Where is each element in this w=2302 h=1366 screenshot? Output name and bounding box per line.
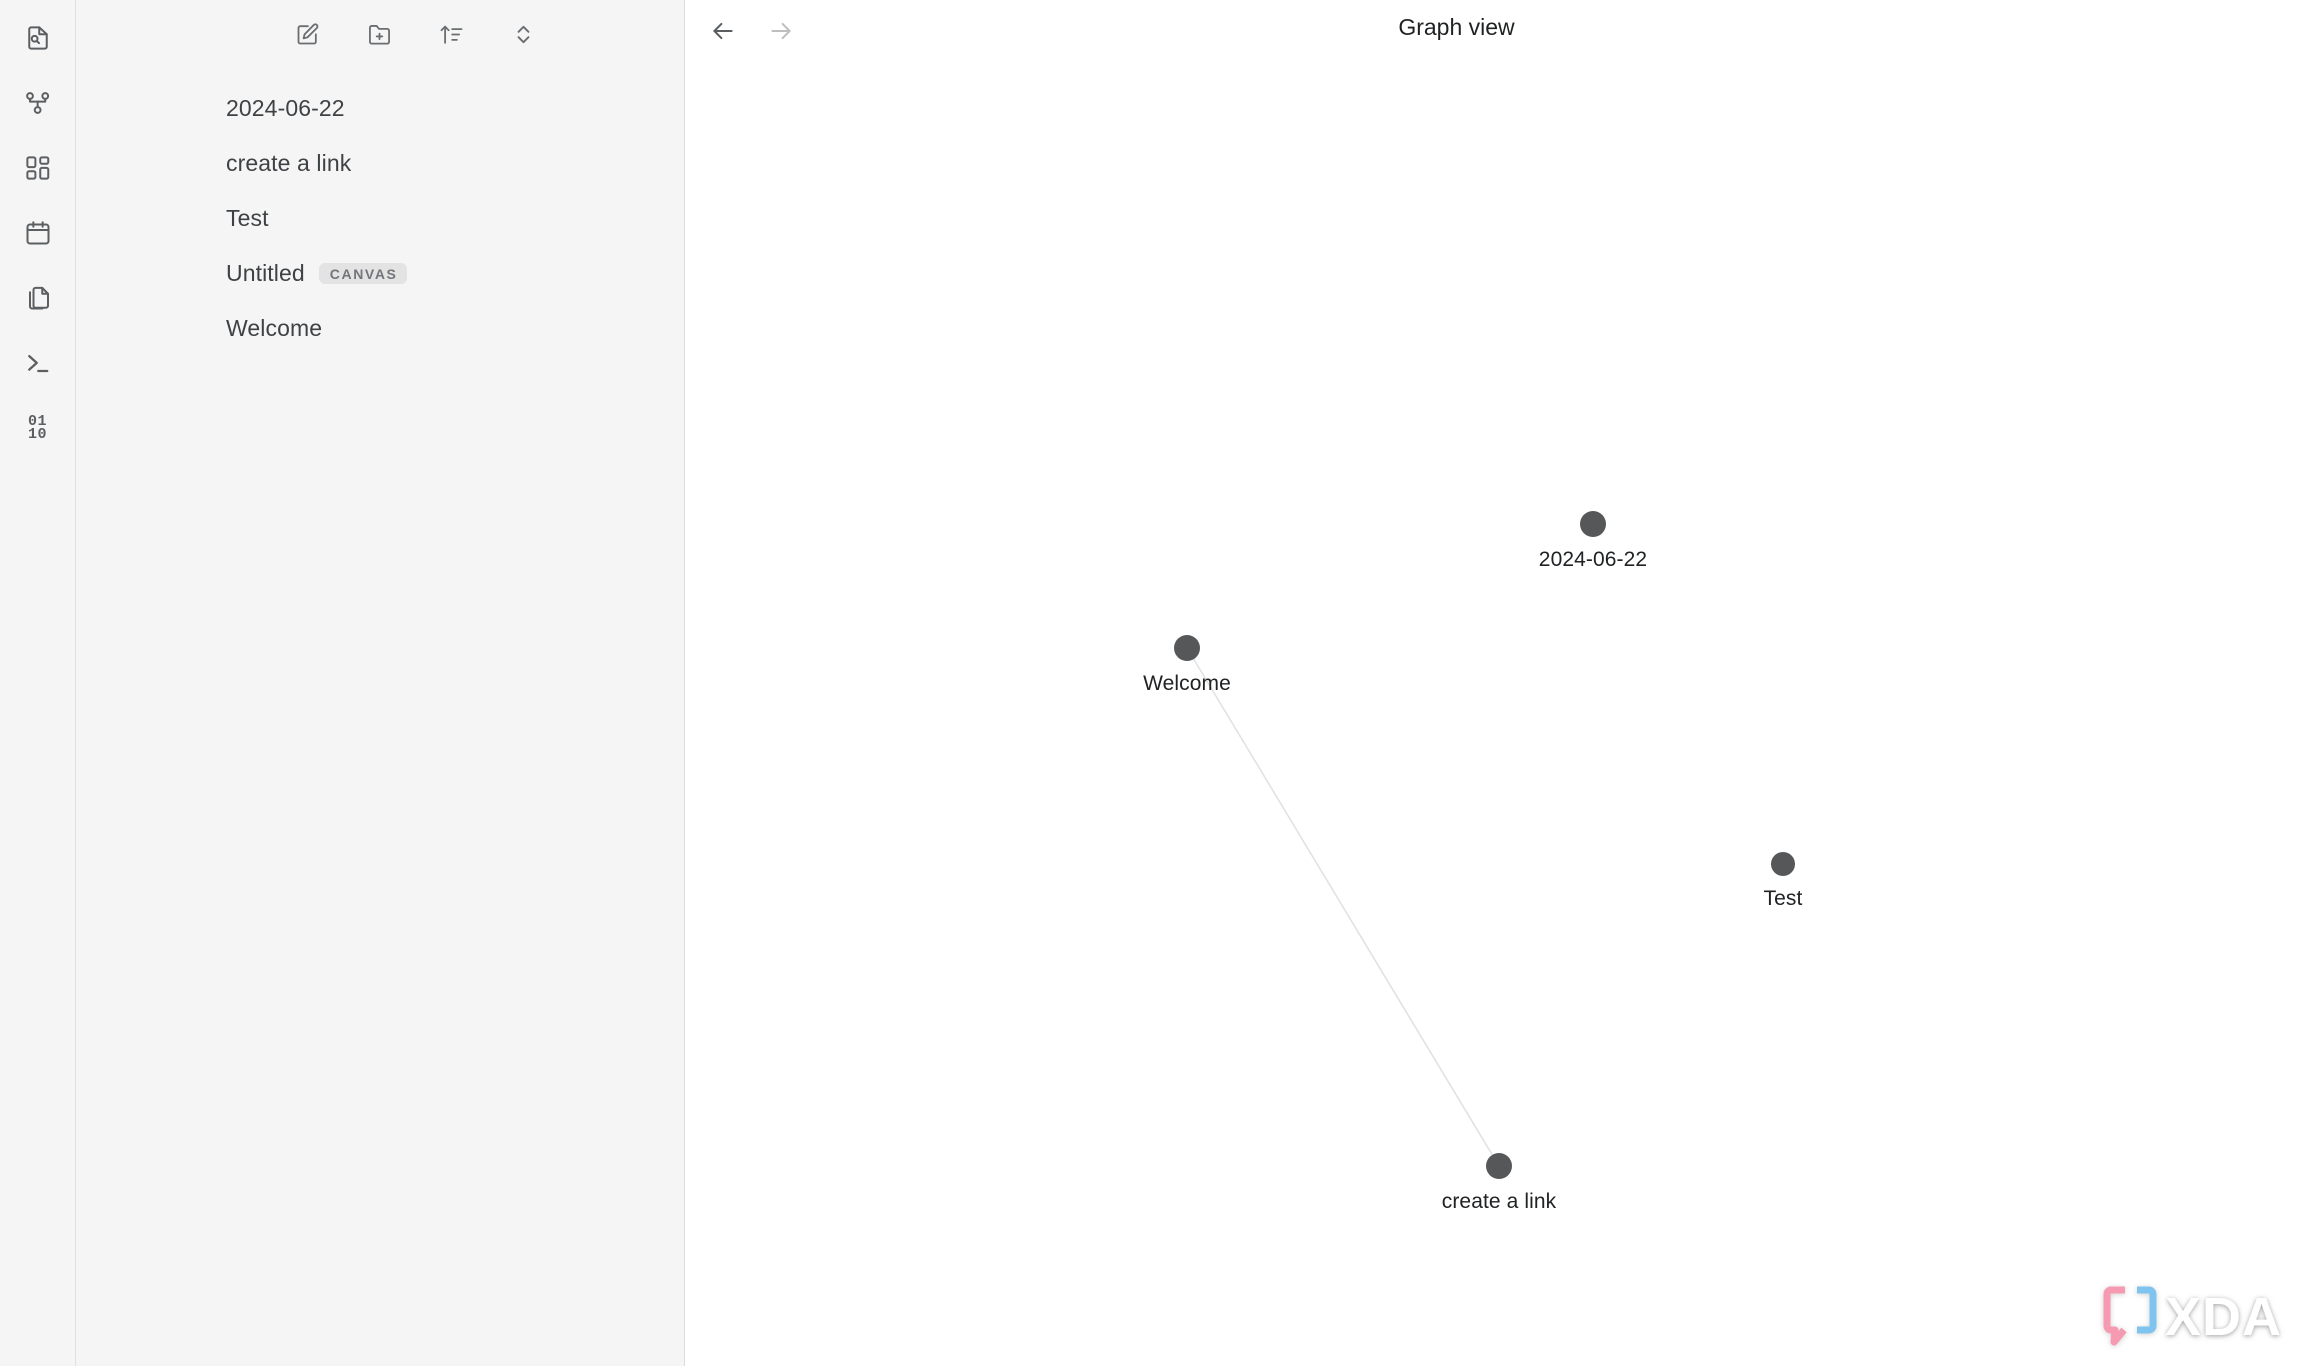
file-explorer-toolbar xyxy=(76,0,684,68)
binary-icon: 01 10 xyxy=(27,414,47,443)
sidebar-item-file-search[interactable] xyxy=(14,14,62,62)
graph-node-label[interactable]: Test xyxy=(1764,887,1803,911)
graph-node-label[interactable]: create a link xyxy=(1442,1190,1557,1214)
file-list-item[interactable]: create a link xyxy=(76,136,684,191)
new-note-button[interactable] xyxy=(290,17,324,51)
graph-node[interactable] xyxy=(1486,1153,1512,1179)
file-list-item[interactable]: 2024-06-22 xyxy=(76,81,684,136)
file-name: Test xyxy=(226,205,269,231)
graph-node-label[interactable]: 2024-06-22 xyxy=(1539,548,1647,572)
sidebar-item-binary[interactable]: 01 10 xyxy=(14,404,62,452)
graph-edge xyxy=(1186,647,1500,1167)
app-window: 01 10 2024-06-22 create a link Test Unti… xyxy=(0,0,2302,1366)
collapse-icon xyxy=(510,21,537,48)
file-list-item[interactable]: Welcome xyxy=(76,301,684,356)
graph-node-label[interactable]: Welcome xyxy=(1143,672,1231,696)
templates-icon xyxy=(23,283,53,313)
file-search-icon xyxy=(23,23,53,53)
file-type-badge: CANVAS xyxy=(318,263,408,284)
sidebar-item-calendar[interactable] xyxy=(14,209,62,257)
sort-icon xyxy=(438,21,465,48)
sidebar-item-templates[interactable] xyxy=(14,274,62,322)
new-note-icon xyxy=(294,21,321,48)
sidebar-item-canvas[interactable] xyxy=(14,144,62,192)
canvas-grid-icon xyxy=(23,153,53,183)
calendar-icon xyxy=(23,218,53,248)
file-explorer-panel: 2024-06-22 create a link Test Untitled C… xyxy=(76,0,685,1366)
file-list-item[interactable]: Test xyxy=(76,191,684,246)
new-folder-icon xyxy=(366,21,393,48)
graph-view-pane: Graph view 2024-06-22 Welcome Test create a… xyxy=(685,0,2302,1366)
file-name: Untitled xyxy=(226,260,305,286)
file-name: Welcome xyxy=(226,315,323,341)
sort-order-button[interactable] xyxy=(434,17,468,51)
new-folder-button[interactable] xyxy=(362,17,396,51)
graph-node[interactable] xyxy=(1580,511,1606,537)
file-name: create a link xyxy=(226,150,352,176)
graph-node[interactable] xyxy=(1771,852,1795,876)
file-name: 2024-06-22 xyxy=(226,95,345,121)
file-list: 2024-06-22 create a link Test Untitled C… xyxy=(76,68,684,356)
sidebar-item-terminal[interactable] xyxy=(14,339,62,387)
binary-icon-row-2: 10 xyxy=(27,426,47,443)
left-icon-rail: 01 10 xyxy=(0,0,76,1366)
collapse-all-button[interactable] xyxy=(506,17,540,51)
graph-canvas[interactable]: 2024-06-22 Welcome Test create a link xyxy=(685,0,2302,1366)
sidebar-item-graph[interactable] xyxy=(14,79,62,127)
graph-node[interactable] xyxy=(1174,635,1200,661)
graph-icon xyxy=(23,88,53,118)
terminal-icon xyxy=(23,348,53,378)
file-list-item[interactable]: Untitled CANVAS xyxy=(76,246,684,301)
